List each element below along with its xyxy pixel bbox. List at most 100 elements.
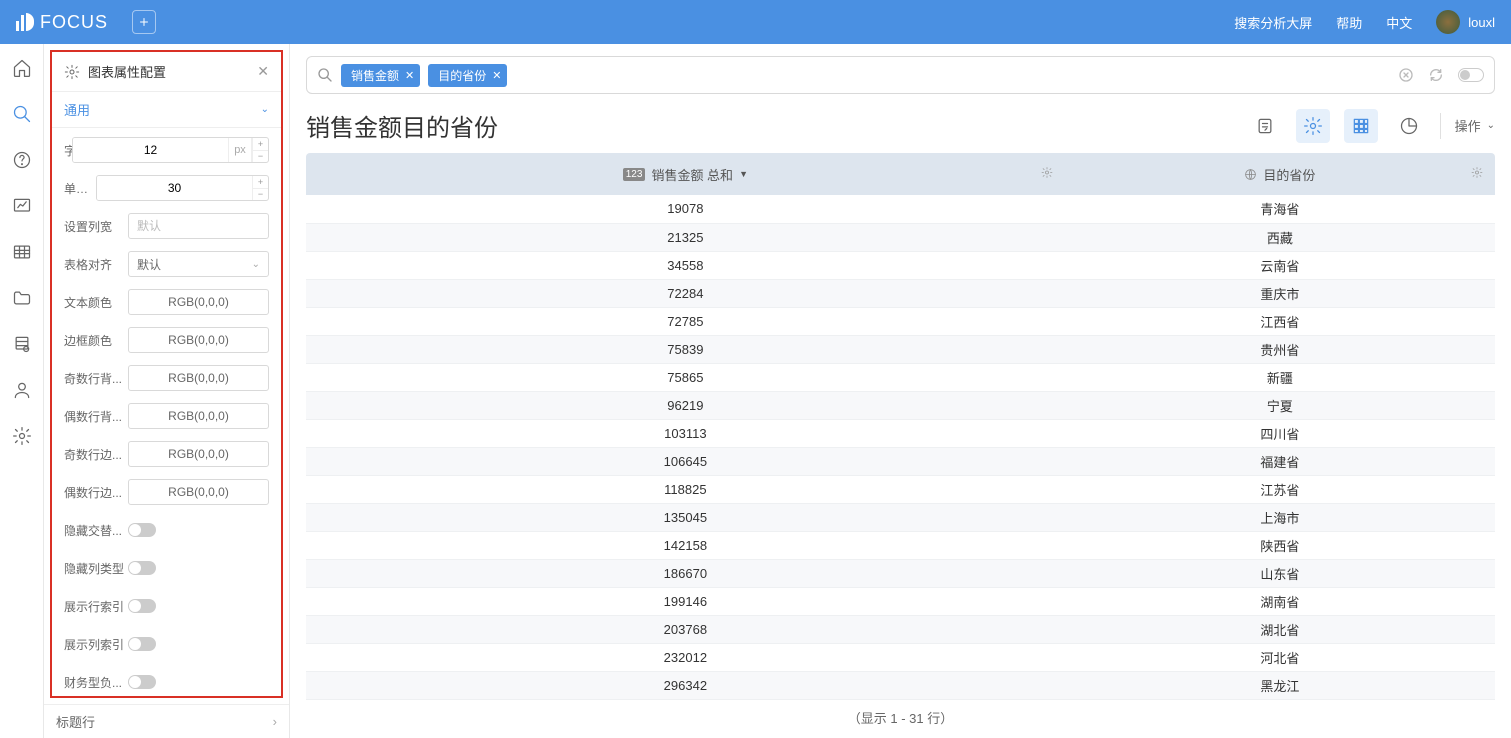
globe-icon	[1244, 168, 1257, 181]
cell-province: 贵州省	[1065, 335, 1495, 363]
step-down-icon[interactable]: −	[252, 189, 268, 201]
chevron-down-icon: ⌄	[1487, 120, 1495, 131]
table-row[interactable]: 72284重庆市	[306, 279, 1495, 307]
config-title: 图表属性配置	[88, 62, 166, 81]
table-row[interactable]: 72785江西省	[306, 307, 1495, 335]
cell-amount: 21325	[306, 223, 1065, 251]
column-header-amount[interactable]: 123 销售金额 总和 ▼	[306, 153, 1065, 195]
nav-sidebar	[0, 44, 44, 738]
cell-amount: 118825	[306, 475, 1065, 503]
cell-amount: 186670	[306, 559, 1065, 587]
odd-border-button[interactable]: RGB(0,0,0)	[128, 441, 269, 467]
border-color-button[interactable]: RGB(0,0,0)	[128, 327, 269, 353]
cell-amount: 142158	[306, 531, 1065, 559]
help-icon[interactable]	[12, 150, 32, 170]
table-row[interactable]: 199146湖南省	[306, 587, 1495, 615]
table-row[interactable]: 75865新疆	[306, 363, 1495, 391]
config-panel: 图表属性配置 ✕ 通用 ⌄ 字体大小px+− 单元格行高+− 设置列宽 表格对齐…	[44, 44, 290, 738]
page-title: 销售金额目的省份	[306, 108, 498, 143]
table-row[interactable]: 118825江苏省	[306, 475, 1495, 503]
table-row[interactable]: 19078青海省	[306, 195, 1495, 223]
gear-icon	[64, 64, 80, 80]
even-bg-button[interactable]: RGB(0,0,0)	[128, 403, 269, 429]
pagination-info: （显示 1 - 31 行）	[306, 700, 1495, 731]
cell-province: 四川省	[1065, 419, 1495, 447]
table-row[interactable]: 142158陕西省	[306, 531, 1495, 559]
table-row[interactable]: 106645福建省	[306, 447, 1495, 475]
table-row[interactable]: 96219宁夏	[306, 391, 1495, 419]
cell-province: 陕西省	[1065, 531, 1495, 559]
table-row[interactable]: 21325西藏	[306, 223, 1495, 251]
query-bar[interactable]: 销售金额✕ 目的省份✕	[306, 56, 1495, 94]
query-chip[interactable]: 目的省份✕	[428, 64, 507, 87]
hide-col-type-toggle[interactable]	[128, 561, 156, 575]
column-gear-icon[interactable]	[1041, 167, 1053, 182]
export-button[interactable]	[1248, 109, 1282, 143]
hide-alt-toggle[interactable]	[128, 523, 156, 537]
even-border-button[interactable]: RGB(0,0,0)	[128, 479, 269, 505]
table-icon[interactable]	[12, 242, 32, 262]
folder-icon[interactable]	[12, 288, 32, 308]
database-icon[interactable]	[12, 334, 32, 354]
column-header-province[interactable]: 目的省份	[1065, 153, 1495, 195]
cell-province: 西藏	[1065, 223, 1495, 251]
col-width-input[interactable]	[128, 213, 269, 239]
cell-amount: 75865	[306, 363, 1065, 391]
chip-remove-icon[interactable]: ✕	[405, 69, 414, 82]
search-icon[interactable]	[12, 104, 32, 124]
header-link-help[interactable]: 帮助	[1336, 13, 1362, 32]
header-link-dashboard[interactable]: 搜索分析大屏	[1234, 13, 1312, 32]
font-size-input[interactable]: px+−	[72, 137, 269, 163]
home-icon[interactable]	[12, 58, 32, 78]
chart-icon[interactable]	[12, 196, 32, 216]
table-row[interactable]: 75839贵州省	[306, 335, 1495, 363]
show-col-idx-toggle[interactable]	[128, 637, 156, 651]
step-up-icon[interactable]: +	[252, 138, 268, 151]
step-down-icon[interactable]: −	[252, 151, 268, 163]
cell-amount: 19078	[306, 195, 1065, 223]
table-row[interactable]: 296342黑龙江	[306, 671, 1495, 699]
finance-neg-toggle[interactable]	[128, 675, 156, 689]
operate-menu[interactable]: 操作⌄	[1455, 116, 1495, 135]
table-row[interactable]: 135045上海市	[306, 503, 1495, 531]
cell-amount: 34558	[306, 251, 1065, 279]
user-menu[interactable]: louxl	[1436, 10, 1495, 34]
user-icon[interactable]	[12, 380, 32, 400]
auto-toggle[interactable]	[1458, 68, 1484, 82]
table-view-button[interactable]	[1344, 109, 1378, 143]
show-row-idx-toggle[interactable]	[128, 599, 156, 613]
table-row[interactable]: 203768湖北省	[306, 615, 1495, 643]
query-chip[interactable]: 销售金额✕	[341, 64, 420, 87]
text-color-button[interactable]: RGB(0,0,0)	[128, 289, 269, 315]
table-row[interactable]: 103113四川省	[306, 419, 1495, 447]
header-link-lang[interactable]: 中文	[1386, 13, 1412, 32]
cell-amount: 232012	[306, 643, 1065, 671]
step-up-icon[interactable]: +	[252, 176, 268, 189]
chevron-down-icon: ⌄	[252, 259, 260, 270]
new-button[interactable]	[132, 10, 156, 34]
cell-amount: 72785	[306, 307, 1065, 335]
column-gear-icon[interactable]	[1471, 167, 1483, 182]
table-align-select[interactable]: 默认⌄	[128, 251, 269, 277]
close-icon[interactable]: ✕	[257, 63, 269, 80]
config-button[interactable]	[1296, 109, 1330, 143]
table-row[interactable]: 186670山东省	[306, 559, 1495, 587]
section-title-row[interactable]: 标题行 ›	[44, 704, 289, 738]
chart-view-button[interactable]	[1392, 109, 1426, 143]
refresh-icon[interactable]	[1428, 67, 1444, 83]
cell-province: 上海市	[1065, 503, 1495, 531]
settings-icon[interactable]	[12, 426, 32, 446]
chip-remove-icon[interactable]: ✕	[492, 69, 501, 82]
brand-logo: FOCUS	[16, 12, 108, 33]
cell-province: 黑龙江	[1065, 671, 1495, 699]
clear-icon[interactable]	[1398, 67, 1414, 83]
cell-amount: 199146	[306, 587, 1065, 615]
row-height-input[interactable]: +−	[96, 175, 269, 201]
table-row[interactable]: 232012河北省	[306, 643, 1495, 671]
odd-bg-button[interactable]: RGB(0,0,0)	[128, 365, 269, 391]
section-general[interactable]: 通用 ⌄	[52, 92, 281, 128]
logo-icon	[16, 13, 34, 31]
table-row[interactable]: 34558云南省	[306, 251, 1495, 279]
cell-province: 宁夏	[1065, 391, 1495, 419]
cell-amount: 75839	[306, 335, 1065, 363]
